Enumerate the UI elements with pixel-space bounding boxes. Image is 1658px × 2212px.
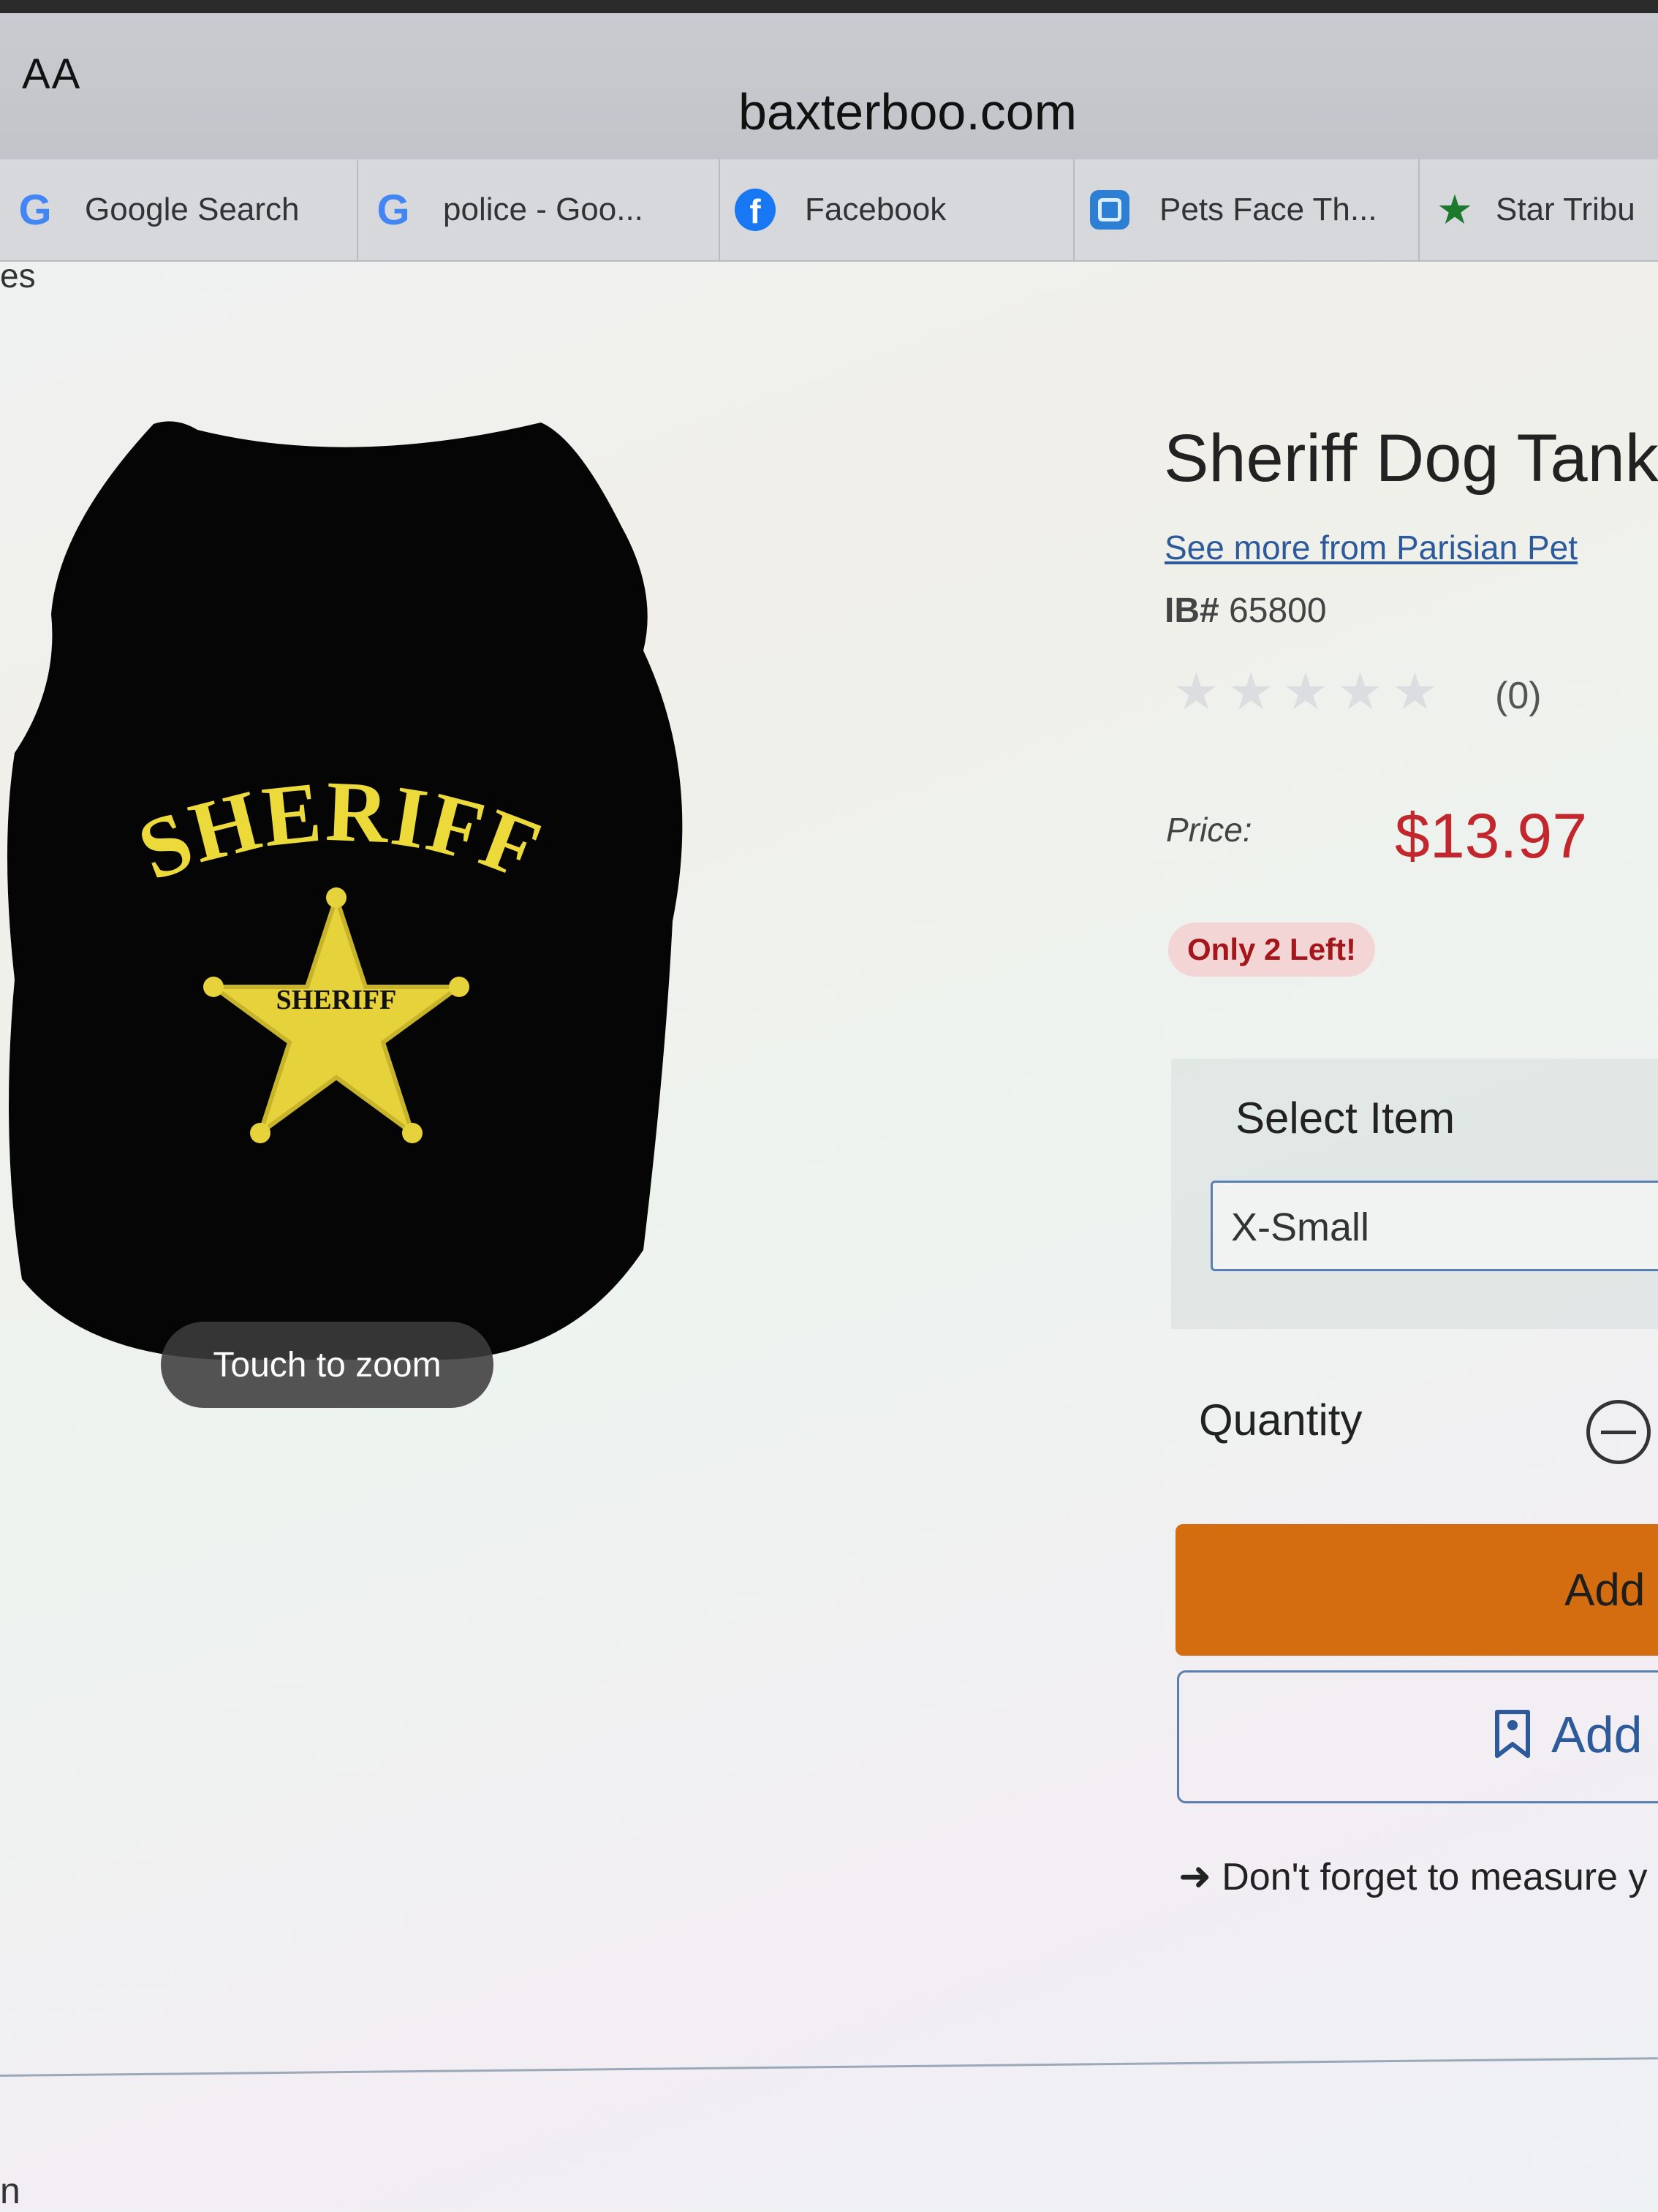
favorites-bar: G Google Search G police - Goo... f Face… — [0, 159, 1658, 262]
rating-stars[interactable]: ★★★★★ — [1173, 662, 1447, 721]
text-size-button[interactable]: AA — [22, 50, 81, 99]
add-to-cart-label[interactable]: Add — [1564, 1564, 1645, 1616]
top-bezel — [0, 0, 1658, 13]
cut-off-text-bottom: n — [0, 2170, 20, 2211]
tab-label: Star Tribu — [1496, 192, 1635, 227]
facebook-icon: f — [735, 189, 776, 231]
tank-top-shape — [7, 421, 683, 1360]
star-icon: ★ — [1436, 186, 1474, 232]
minus-icon — [1601, 1430, 1636, 1434]
sku-value: 65800 — [1229, 591, 1327, 630]
product-image[interactable]: SHERIFF SHERIFF — [0, 409, 687, 1433]
price-value: $13.97 — [1395, 801, 1588, 871]
stock-badge: Only 2 Left! — [1168, 923, 1376, 977]
sku-line: IB# 65800 — [1165, 591, 1327, 631]
app-icon — [1089, 189, 1130, 230]
review-count[interactable]: (0) — [1495, 674, 1542, 718]
sku-label: IB# — [1165, 591, 1219, 630]
select-item-label: Select Item — [1235, 1094, 1456, 1143]
badge-text: SHERIFF — [276, 985, 397, 1015]
quantity-decrease-button[interactable] — [1586, 1400, 1651, 1464]
tab-google-search[interactable]: G Google Search — [0, 159, 358, 260]
google-icon: G — [376, 186, 410, 234]
tab-label: Google Search — [85, 192, 300, 227]
url-text[interactable]: baxterboo.com — [738, 83, 1077, 141]
quantity-label: Quantity — [1199, 1395, 1363, 1444]
tab-label: Facebook — [805, 192, 947, 227]
bookmark-icon — [1495, 1710, 1530, 1758]
section-divider — [0, 2057, 1658, 2077]
price-label: Price: — [1166, 811, 1252, 849]
tab-label: Pets Face Th... — [1159, 192, 1377, 227]
cut-off-text: es — [0, 257, 36, 295]
touch-to-zoom-hint[interactable]: Touch to zoom — [161, 1322, 493, 1408]
address-bar[interactable]: AA baxterboo.com — [0, 13, 1658, 159]
product-title: Sheriff Dog Tank b — [1164, 421, 1658, 496]
brand-link[interactable]: See more from Parisian Pet — [1165, 528, 1578, 567]
arrow-right-icon: ➜ — [1178, 1855, 1212, 1898]
size-select-value[interactable]: X-Small — [1231, 1205, 1369, 1250]
tab-pets-face[interactable]: Pets Face Th... — [1075, 159, 1420, 260]
tab-star-tribune[interactable]: ★ Star Tribu — [1420, 159, 1658, 260]
measure-note-text: Don't forget to measure y — [1222, 1856, 1648, 1898]
measure-note[interactable]: ➜ Don't forget to measure y — [1178, 1853, 1647, 1899]
tab-label: police - Goo... — [443, 192, 643, 227]
tab-police-google[interactable]: G police - Goo... — [358, 159, 720, 260]
google-icon: G — [18, 186, 52, 234]
tab-facebook[interactable]: f Facebook — [720, 159, 1075, 260]
add-to-wishlist-label[interactable]: Add — [1551, 1705, 1643, 1764]
